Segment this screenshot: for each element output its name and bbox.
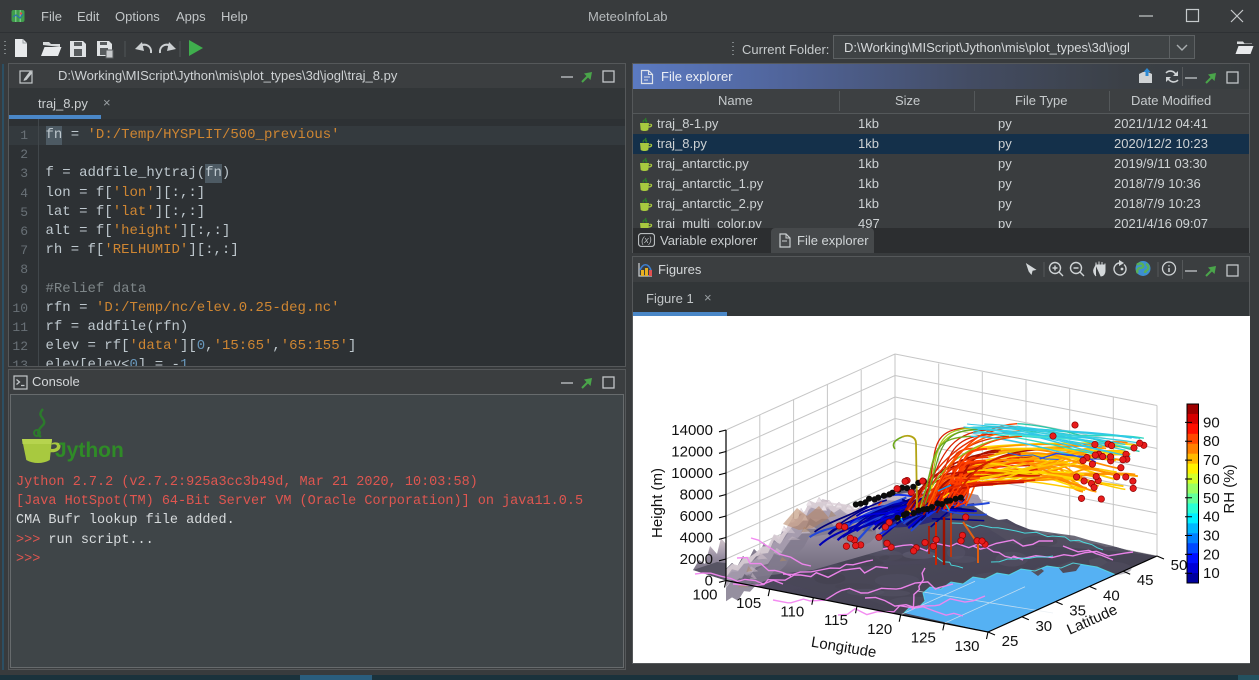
svg-text:25: 25 <box>1002 633 1019 650</box>
svg-text:(x): (x) <box>641 235 652 245</box>
svg-text:50: 50 <box>1203 490 1220 507</box>
svg-text:10: 10 <box>1203 565 1220 582</box>
svg-text:14000: 14000 <box>671 422 713 439</box>
svg-text:50: 50 <box>1171 557 1188 574</box>
svg-text:RH (%): RH (%) <box>1221 464 1238 513</box>
svg-text:2000: 2000 <box>680 551 713 568</box>
svg-text:90: 90 <box>1203 414 1220 431</box>
svg-text:6000: 6000 <box>680 508 713 525</box>
svg-text:130: 130 <box>954 638 979 655</box>
svg-text:60: 60 <box>1203 471 1220 488</box>
svg-text:10000: 10000 <box>671 465 713 482</box>
svg-text:115: 115 <box>824 612 848 629</box>
svg-text:12000: 12000 <box>671 444 713 461</box>
svg-text:30: 30 <box>1035 618 1052 635</box>
svg-text:100: 100 <box>692 587 717 604</box>
svg-text:Height (m): Height (m) <box>649 468 666 538</box>
svg-text:125: 125 <box>911 629 936 646</box>
svg-text:4000: 4000 <box>680 530 713 547</box>
svg-text:30: 30 <box>1203 528 1220 545</box>
svg-text:80: 80 <box>1203 433 1220 450</box>
svg-text:20: 20 <box>1203 546 1220 563</box>
svg-text:105: 105 <box>736 595 761 612</box>
svg-text:8000: 8000 <box>680 487 713 504</box>
svg-text:110: 110 <box>780 604 804 621</box>
svg-text:40: 40 <box>1203 509 1220 526</box>
svg-text:120: 120 <box>867 621 892 638</box>
svg-text:45: 45 <box>1137 572 1154 589</box>
svg-text:70: 70 <box>1203 452 1220 469</box>
